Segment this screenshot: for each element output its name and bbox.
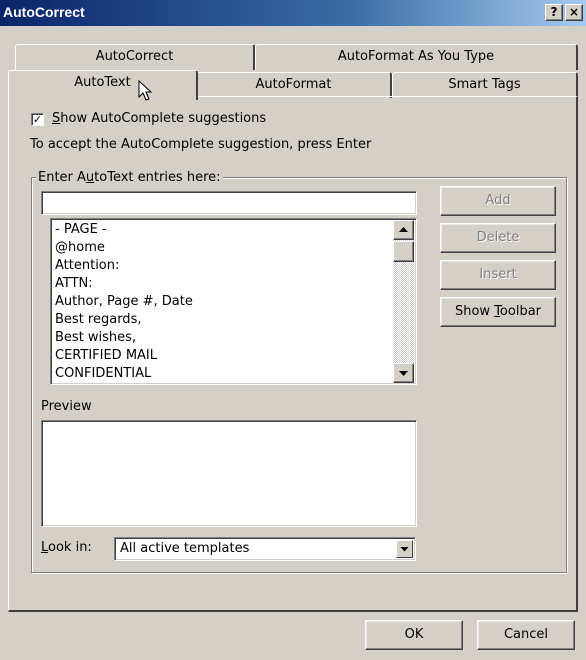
- help-button[interactable]: ?: [545, 4, 563, 21]
- list-item[interactable]: @home: [55, 239, 105, 257]
- tab-autoformat[interactable]: AutoFormat: [196, 72, 392, 98]
- ok-button[interactable]: OK: [365, 620, 463, 650]
- add-button[interactable]: Add: [440, 186, 556, 216]
- cancel-button[interactable]: Cancel: [477, 620, 575, 650]
- autocomplete-hint: To accept the AutoComplete suggestion, p…: [30, 137, 372, 152]
- list-item[interactable]: - PAGE -: [55, 221, 107, 239]
- show-toolbar-button[interactable]: Show Toolbar: [440, 297, 556, 327]
- tab-autoformat-as-you-type[interactable]: AutoFormat As You Type: [255, 44, 578, 70]
- scroll-thumb[interactable]: [393, 241, 414, 262]
- look-in-selected-value: All active templates: [120, 541, 250, 556]
- dropdown-button[interactable]: [396, 540, 413, 558]
- listbox-scrollbar[interactable]: [393, 220, 414, 383]
- delete-button[interactable]: Delete: [440, 223, 556, 253]
- list-item[interactable]: CONFIDENTIAL: [55, 365, 151, 383]
- list-item[interactable]: Attention:: [55, 257, 119, 275]
- show-autocomplete-label[interactable]: Show AutoComplete suggestions: [52, 111, 266, 126]
- chevron-down-icon: [400, 547, 409, 552]
- title-bar[interactable]: AutoCorrect ? ×: [0, 0, 586, 26]
- arrow-down-icon: [399, 371, 408, 376]
- list-item[interactable]: CERTIFIED MAIL: [55, 347, 157, 365]
- list-item[interactable]: Best regards,: [55, 311, 141, 329]
- mouse-pointer-icon: [138, 80, 153, 101]
- arrow-up-icon: [399, 227, 408, 232]
- autotext-listbox[interactable]: - PAGE - @home Attention: ATTN: Author, …: [50, 218, 417, 385]
- list-item[interactable]: ATTN:: [55, 275, 93, 293]
- autotext-entry-input[interactable]: [41, 191, 417, 215]
- list-item[interactable]: Author, Page #, Date: [55, 293, 193, 311]
- list-item[interactable]: Best wishes,: [55, 329, 136, 347]
- close-button[interactable]: ×: [565, 4, 583, 21]
- autocorrect-dialog: AutoCorrect ? × AutoCorrect AutoFormat A…: [0, 0, 586, 660]
- window-title: AutoCorrect: [3, 4, 85, 20]
- tab-autocorrect[interactable]: AutoCorrect: [15, 44, 255, 70]
- tab-smart-tags[interactable]: Smart Tags: [392, 72, 578, 98]
- preview-label: Preview: [41, 399, 92, 414]
- scroll-down-button[interactable]: [393, 363, 414, 383]
- group-legend: Enter AutoText entries here:: [36, 170, 223, 185]
- tab-autotext[interactable]: AutoText: [8, 70, 198, 100]
- insert-button[interactable]: Insert: [440, 260, 556, 290]
- preview-box: [41, 420, 417, 527]
- look-in-label: Look in:: [41, 540, 92, 555]
- scroll-up-button[interactable]: [393, 220, 414, 240]
- look-in-select[interactable]: All active templates: [114, 537, 416, 561]
